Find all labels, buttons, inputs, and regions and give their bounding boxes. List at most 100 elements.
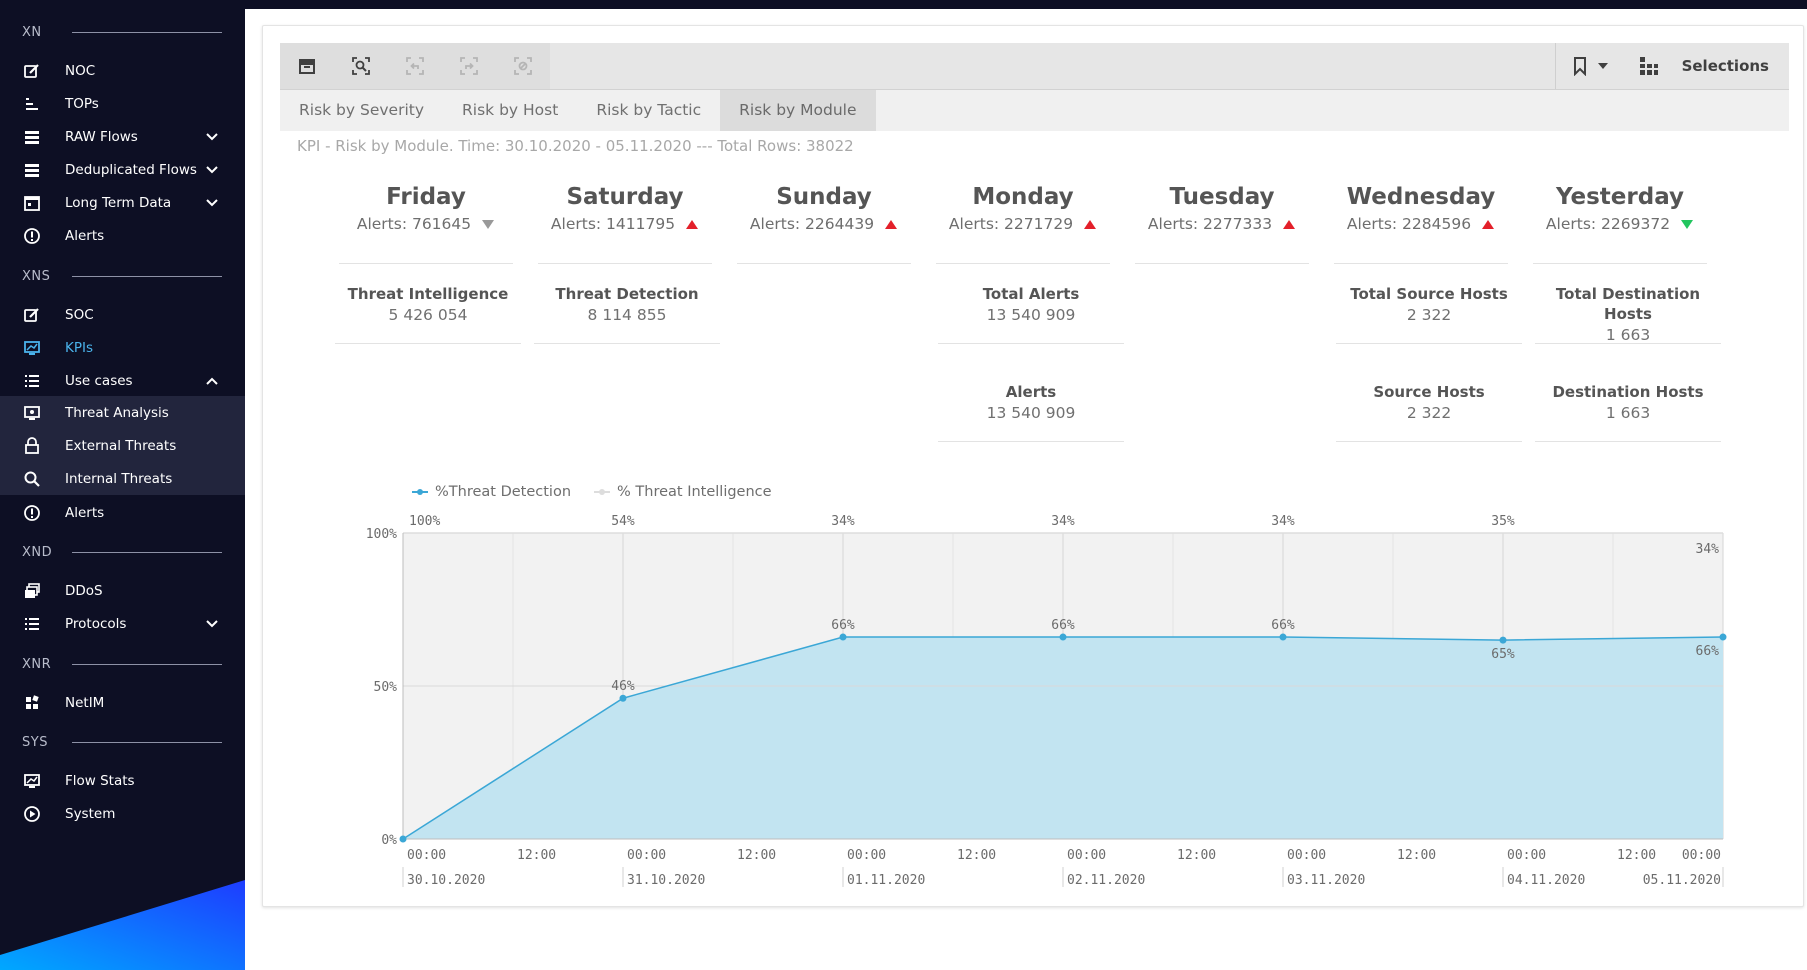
sidebar-item-long-term-data[interactable]: Long Term Data xyxy=(0,187,245,218)
threat-detection-point xyxy=(399,835,407,843)
sidebar-item-netim[interactable]: NetIM xyxy=(0,687,245,718)
threat-intelligence-data-label: 34% xyxy=(831,514,855,529)
x-tick-label: 00:00 xyxy=(627,848,666,863)
layers-icon xyxy=(22,581,42,601)
x-tick-label: 00:00 xyxy=(1507,848,1546,863)
chevron-down-icon xyxy=(206,132,218,140)
kpi-sheet: Selections Risk by Severity Risk by Host… xyxy=(262,25,1804,907)
threat-intelligence-data-label: 54% xyxy=(611,514,635,529)
sidebar-item-noc[interactable]: NOC xyxy=(0,55,245,86)
threat-intelligence-data-label: 100% xyxy=(409,514,440,529)
sidebar-item-kpis[interactable]: KPIs xyxy=(0,332,245,363)
sidebar-item-label: Alerts xyxy=(65,227,105,244)
sidebar-item-label: NetIM xyxy=(65,694,105,711)
chevron-down-icon xyxy=(206,165,218,173)
list-bars-icon xyxy=(22,94,42,114)
chevron-up-icon xyxy=(206,377,218,385)
lock-icon xyxy=(22,436,42,456)
x-date-label: 01.11.2020 xyxy=(847,873,925,888)
sidebar-item-alerts-xns[interactable]: Alerts xyxy=(0,497,245,528)
y-tick-label: 100% xyxy=(366,527,397,542)
x-date-label: 31.10.2020 xyxy=(627,873,705,888)
sidebar-item-label: Internal Threats xyxy=(65,470,173,487)
x-tick-label: 00:00 xyxy=(1067,848,1106,863)
sidebar-item-internal-threats[interactable]: Internal Threats xyxy=(0,462,245,495)
sidebar-swoosh-decoration xyxy=(0,880,245,970)
sidebar-item-tops[interactable]: TOPs xyxy=(0,88,245,119)
threat-detection-point xyxy=(1499,636,1507,644)
threat-intelligence-data-label: 35% xyxy=(1491,514,1515,529)
sidebar-item-label: Deduplicated Flows xyxy=(65,161,197,178)
threat-intelligence-data-label: 34% xyxy=(1271,514,1295,529)
sidebar-item-flow-stats[interactable]: Flow Stats xyxy=(0,765,245,796)
section-xnd: XND xyxy=(22,542,222,562)
threat-detection-data-label: 66% xyxy=(1271,618,1295,633)
sidebar-item-label: SOC xyxy=(65,306,94,323)
sidebar-item-label: Long Term Data xyxy=(65,194,172,211)
x-tick-label: 12:00 xyxy=(1617,848,1656,863)
sidebar-item-system[interactable]: System xyxy=(0,798,245,829)
threat-detection-point xyxy=(1279,633,1287,641)
chevron-down-icon xyxy=(206,619,218,627)
sidebar-item-label: Flow Stats xyxy=(65,772,135,789)
sidebar-item-soc[interactable]: SOC xyxy=(0,299,245,330)
sidebar-item-raw-flows[interactable]: RAW Flows xyxy=(0,121,245,152)
sidebar-item-alerts[interactable]: Alerts xyxy=(0,220,245,251)
chevron-down-icon xyxy=(206,198,218,206)
sidebar-item-use-cases[interactable]: Use cases xyxy=(0,365,245,396)
x-date-label: 02.11.2020 xyxy=(1067,873,1145,888)
sidebar-item-ddos[interactable]: DDoS xyxy=(0,575,245,606)
area-chart: 46% 66% 66% 66% 65% 66% 100% 54% 34% 34% 34% 35% 34%… xyxy=(366,514,1727,888)
section-xnr: XNR xyxy=(22,654,222,674)
x-tick-label: 00:00 xyxy=(1682,848,1721,863)
y-tick-label: 50% xyxy=(374,680,398,695)
x-tick-label: 12:00 xyxy=(737,848,776,863)
threat-intelligence-data-label: 34% xyxy=(1051,514,1075,529)
alert-circle-icon xyxy=(22,226,42,246)
x-tick-label: 12:00 xyxy=(957,848,996,863)
x-tick-label: 00:00 xyxy=(407,848,446,863)
threat-detection-point xyxy=(1719,633,1727,641)
monitor-chart-icon xyxy=(22,771,42,791)
edit-icon xyxy=(22,305,42,325)
play-circle-icon xyxy=(22,804,42,824)
sidebar-item-label: DDoS xyxy=(65,582,103,599)
monitor-icon xyxy=(22,403,42,423)
sidebar-item-label: System xyxy=(65,805,116,822)
bullet-list-icon xyxy=(22,371,42,391)
sidebar-item-external-threats[interactable]: External Threats xyxy=(0,429,245,462)
alert-circle-icon xyxy=(22,503,42,523)
stack-icon xyxy=(22,127,42,147)
section-xn: XN xyxy=(22,22,222,42)
grid-icon xyxy=(22,693,42,713)
x-tick-label: 12:00 xyxy=(1397,848,1436,863)
sidebar: XN NOC TOPs RAW Flows Deduplicated Flows… xyxy=(0,0,245,970)
sidebar-item-label: RAW Flows xyxy=(65,128,138,145)
threat-detection-data-label: 66% xyxy=(831,618,855,633)
y-tick-label: 0% xyxy=(381,833,397,848)
sidebar-item-deduplicated-flows[interactable]: Deduplicated Flows xyxy=(0,154,245,185)
x-tick-label: 12:00 xyxy=(517,848,556,863)
sidebar-item-label: KPIs xyxy=(65,339,94,356)
search-icon xyxy=(22,469,42,489)
stack-icon xyxy=(22,160,42,180)
section-xns: XNS xyxy=(22,266,222,286)
x-date-label: 03.11.2020 xyxy=(1287,873,1365,888)
x-date-label: 05.11.2020 xyxy=(1643,873,1721,888)
sidebar-item-label: Threat Analysis xyxy=(65,404,169,421)
sidebar-item-protocols[interactable]: Protocols xyxy=(0,608,245,639)
threat-detection-point xyxy=(839,633,847,641)
edit-icon xyxy=(22,61,42,81)
x-date-label: 30.10.2020 xyxy=(407,873,485,888)
sidebar-item-label: TOPs xyxy=(65,95,99,112)
sidebar-item-label: Use cases xyxy=(65,372,133,389)
sidebar-item-threat-analysis[interactable]: Threat Analysis xyxy=(0,396,245,429)
calendar-icon xyxy=(22,193,42,213)
x-date-label: 04.11.2020 xyxy=(1507,873,1585,888)
threat-detection-data-label: 46% xyxy=(611,679,635,694)
monitor-chart-icon xyxy=(22,338,42,358)
sidebar-item-label: Protocols xyxy=(65,615,127,632)
sidebar-item-label: Alerts xyxy=(65,504,105,521)
threat-detection-data-label: 66% xyxy=(1051,618,1075,633)
x-tick-label: 00:00 xyxy=(1287,848,1326,863)
